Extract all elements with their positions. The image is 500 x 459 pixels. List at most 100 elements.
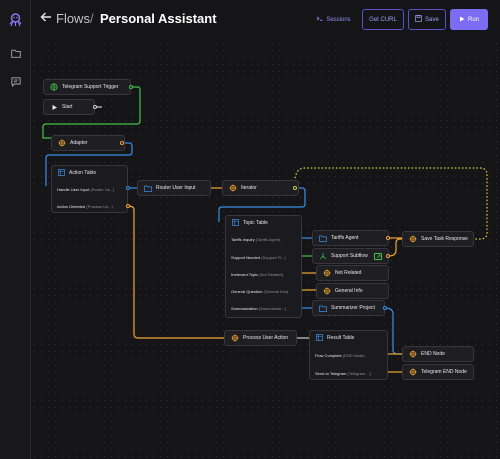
chat-icon[interactable]	[8, 74, 23, 89]
table-icon	[58, 168, 65, 178]
get-curl-button[interactable]: Get CURL	[362, 9, 404, 30]
table-row[interactable]: Action Detected (Process Us...)	[57, 204, 113, 209]
breadcrumb-separator: /	[90, 11, 94, 26]
process-user-action-node[interactable]: Process User Action	[224, 330, 297, 346]
table-row[interactable]: Support Needed (Support Fl...)	[231, 255, 286, 260]
back-arrow-icon[interactable]	[39, 10, 53, 27]
table-row[interactable]: Flow Complete (END Node)	[315, 353, 365, 358]
start-node[interactable]: Start	[43, 99, 95, 115]
save-button[interactable]: Save	[408, 9, 446, 30]
start-label: Start	[62, 104, 73, 110]
row-label: Summarization	[231, 306, 258, 311]
table-row[interactable]: Tariffs Inquiry (Tariffs Agent)	[231, 237, 280, 242]
folder-icon	[319, 234, 327, 242]
play-icon	[50, 103, 58, 111]
save-task-response-label: Save Task Response	[421, 236, 468, 242]
run-label: Run	[467, 16, 479, 23]
adapter-port[interactable]	[120, 141, 124, 145]
tariffs-agent-port[interactable]	[386, 236, 390, 240]
save-task-response-node[interactable]: Save Task Response	[402, 231, 474, 247]
table-row[interactable]: Irrelevant Topic (Not Related)	[231, 272, 283, 277]
support-subflow-label: Support Subflow	[331, 253, 368, 259]
adapter-icon	[409, 350, 417, 358]
summarizer-project-label: Summarizer Project	[331, 305, 375, 311]
action-handle-port[interactable]	[126, 186, 130, 190]
table-icon	[316, 333, 323, 343]
result-table-node[interactable]: Result Table Flow Complete (END Node) Se…	[309, 330, 388, 380]
row-target: (General Info)	[263, 289, 289, 294]
start-port[interactable]	[93, 105, 97, 109]
telegram-end-node[interactable]: Telegram END Node	[402, 364, 474, 380]
row-target: (END Node)	[342, 353, 365, 358]
adapter-icon	[409, 368, 417, 376]
support-subflow-node[interactable]: Support Subflow	[312, 248, 389, 264]
adapter-icon	[229, 184, 237, 192]
adapter-icon	[58, 139, 66, 147]
telegram-trigger-node[interactable]: Telegram Support Trigger	[43, 79, 131, 95]
adapter-icon	[231, 334, 239, 342]
table-row[interactable]: Handle User Input (Router Us...)	[57, 187, 114, 192]
router-user-input-node[interactable]: Router User Input	[137, 180, 211, 196]
topic-table-node[interactable]: Topic Table Tariffs Inquiry (Tariffs Age…	[225, 215, 302, 318]
globe-icon	[50, 83, 58, 91]
table-row[interactable]: Send to Telegram (Telegram ...)	[315, 371, 371, 376]
adapter-icon	[323, 287, 331, 295]
row-target: (Not Related)	[259, 272, 283, 277]
row-target: (Tariffs Agent)	[255, 237, 281, 242]
open-subflow-icon[interactable]	[374, 252, 382, 260]
result-table-title: Result Table	[327, 335, 355, 341]
row-target: (Router Us...)	[90, 187, 115, 192]
play-icon	[459, 16, 465, 24]
action-table-header: Action Table	[52, 166, 127, 180]
adapter-label: Adapter	[70, 140, 88, 146]
adapter-icon	[409, 235, 417, 243]
table-row[interactable]: General Question (General Info)	[231, 289, 288, 294]
row-label: Send to Telegram	[315, 371, 347, 376]
support-subflow-port[interactable]	[386, 254, 390, 258]
row-target: (Telegram ...)	[347, 371, 371, 376]
folder-icon	[319, 304, 327, 312]
general-info-label: General Info	[335, 288, 363, 294]
action-table-title: Action Table	[69, 170, 97, 176]
subflow-icon	[319, 252, 327, 260]
general-info-node[interactable]: General Info	[316, 283, 389, 299]
telegram-trigger-port[interactable]	[129, 85, 133, 89]
row-target: (Process Us...)	[86, 204, 113, 209]
end-node[interactable]: END Node	[402, 346, 474, 362]
row-label: General Question	[231, 289, 263, 294]
topic-table-header: Topic Table	[226, 216, 301, 230]
result-table-header: Result Table	[310, 331, 387, 345]
run-button[interactable]: Run	[450, 9, 488, 30]
action-table-node[interactable]: Action Table Handle User Input (Router U…	[51, 165, 128, 213]
adapter-icon	[323, 269, 331, 277]
adapter-node[interactable]: Adapter	[51, 135, 125, 151]
page-title: Personal Assistant	[100, 11, 217, 26]
sidebar	[0, 0, 31, 459]
summarizer-project-node[interactable]: Summarizer Project	[312, 300, 385, 316]
get-curl-label: Get CURL	[369, 16, 397, 23]
process-user-action-label: Process User Action	[243, 335, 289, 341]
topic-table-title: Topic Table	[243, 220, 268, 226]
logo-icon[interactable]	[7, 11, 24, 28]
summarizer-port[interactable]	[383, 306, 387, 310]
tariffs-agent-label: Tariffs Agent	[331, 235, 359, 241]
table-row[interactable]: Summarization (Summarizer...)	[231, 306, 286, 311]
action-detected-port[interactable]	[126, 204, 130, 208]
row-target: (Summarizer...)	[258, 306, 287, 311]
not-related-node[interactable]: Not Related	[316, 265, 389, 281]
header: Flows / Personal Assistant Sessions Get …	[31, 0, 500, 40]
row-target: (Support Fl...)	[261, 255, 286, 260]
telegram-end-node-label: Telegram END Node	[421, 369, 467, 375]
breadcrumb-flows-link[interactable]: Flows	[56, 11, 90, 26]
folder-icon[interactable]	[8, 46, 23, 61]
row-label: Action Detected	[57, 204, 86, 209]
iterator-port[interactable]	[293, 186, 297, 190]
folder-icon	[144, 184, 152, 192]
tariffs-agent-node[interactable]: Tariffs Agent	[312, 230, 389, 246]
sessions-button[interactable]: Sessions	[311, 9, 356, 30]
save-icon	[415, 15, 422, 24]
iterator-node[interactable]: Iterator	[222, 180, 299, 196]
row-label: Support Needed	[231, 255, 261, 260]
end-node-label: END Node	[421, 351, 445, 357]
telegram-trigger-label: Telegram Support Trigger	[62, 84, 119, 90]
